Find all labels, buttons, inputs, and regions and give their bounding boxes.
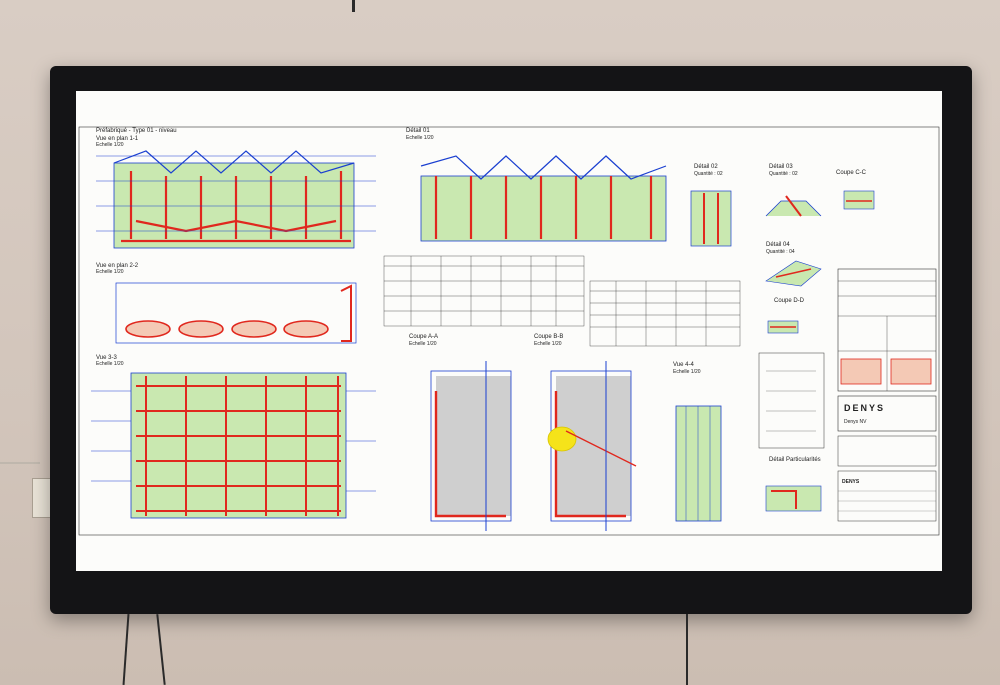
vue-4-4-view: Vue 4-4 Echelle 1/20 — [673, 362, 722, 522]
coupe-bb-label: Coupe B-B — [534, 334, 563, 340]
title-block: DENYS Denys NV DENYS — [837, 268, 937, 522]
vue-3-3-view: Vue 3-3 Echelle 1/20 — [91, 355, 376, 519]
detail-03-quantity: Quantité : 02 — [769, 171, 798, 177]
detail-04-quantity: Quantité : 04 — [766, 249, 795, 255]
detail-02-label: Détail 02 — [694, 164, 718, 170]
coupe-bb-scale: Echelle 1/20 — [534, 341, 562, 347]
detail-02-view: Détail 02 Quantité : 02 — [690, 164, 732, 247]
detail-02-quantity: Quantité : 02 — [694, 171, 723, 177]
power-cable-3 — [686, 614, 688, 685]
coupe-cc-label: Coupe C-C — [836, 170, 867, 176]
power-cable-1 — [122, 614, 130, 685]
brand-name: DENYS — [844, 403, 885, 413]
coupe-cc-view: Coupe C-C — [836, 170, 875, 210]
hanging-cable-top — [352, 0, 355, 12]
coupe-bb-view: Coupe B-B Echelle 1/20 — [534, 334, 637, 531]
vue-4-4-scale: Echelle 1/20 — [673, 369, 701, 375]
construction-drawing: Préfabriqué - Type 01 - niveau Vue en pl… — [78, 126, 940, 536]
detail-01-view: Détail 01 Echelle 1/20 — [406, 128, 667, 242]
plan-1-1-scale: Echelle 1/20 — [96, 142, 124, 148]
notes-box — [758, 352, 825, 449]
coupe-aa-label: Coupe A-A — [409, 334, 438, 340]
plan-2-2-view: Vue en plan 2-2 Echelle 1/20 — [96, 263, 357, 344]
display-screen: Préfabriqué - Type 01 - niveau Vue en pl… — [76, 91, 942, 571]
cable-left — [0, 462, 40, 464]
detail-01-label: Détail 01 — [406, 128, 430, 134]
coupe-aa-scale: Echelle 1/20 — [409, 341, 437, 347]
detail-04-label: Détail 04 — [766, 242, 790, 248]
plan-1-1-view: Préfabriqué - Type 01 - niveau Vue en pl… — [96, 128, 376, 249]
bending-schedule-table — [383, 255, 585, 327]
coupe-dd-label: Coupe D-D — [774, 298, 805, 304]
detail-03-view: Détail 03 Quantité : 02 — [765, 164, 822, 217]
company-name: Denys NV — [844, 419, 867, 425]
detail-01-scale: Echelle 1/20 — [406, 135, 434, 141]
logo-text: DENYS — [842, 479, 860, 485]
power-cable-2 — [156, 614, 166, 685]
detail-03-label: Détail 03 — [769, 164, 793, 170]
vue-4-4-label: Vue 4-4 — [673, 362, 694, 368]
highlight-marker — [547, 426, 577, 452]
detail-particularites-label: Détail Particularités — [769, 457, 821, 463]
plan-2-2-scale: Echelle 1/20 — [96, 269, 124, 275]
vue-3-3-scale: Echelle 1/20 — [96, 361, 124, 367]
detail-particularites-view: Détail Particularités — [765, 457, 822, 512]
detail-04-view: Détail 04 Quantité : 04 — [765, 242, 822, 287]
coupe-aa-view: Coupe A-A Echelle 1/20 — [409, 334, 512, 531]
sheet-title: Préfabriqué - Type 01 - niveau — [96, 128, 177, 134]
coupe-dd-view: Coupe D-D — [767, 298, 805, 334]
quantities-table — [589, 280, 741, 347]
